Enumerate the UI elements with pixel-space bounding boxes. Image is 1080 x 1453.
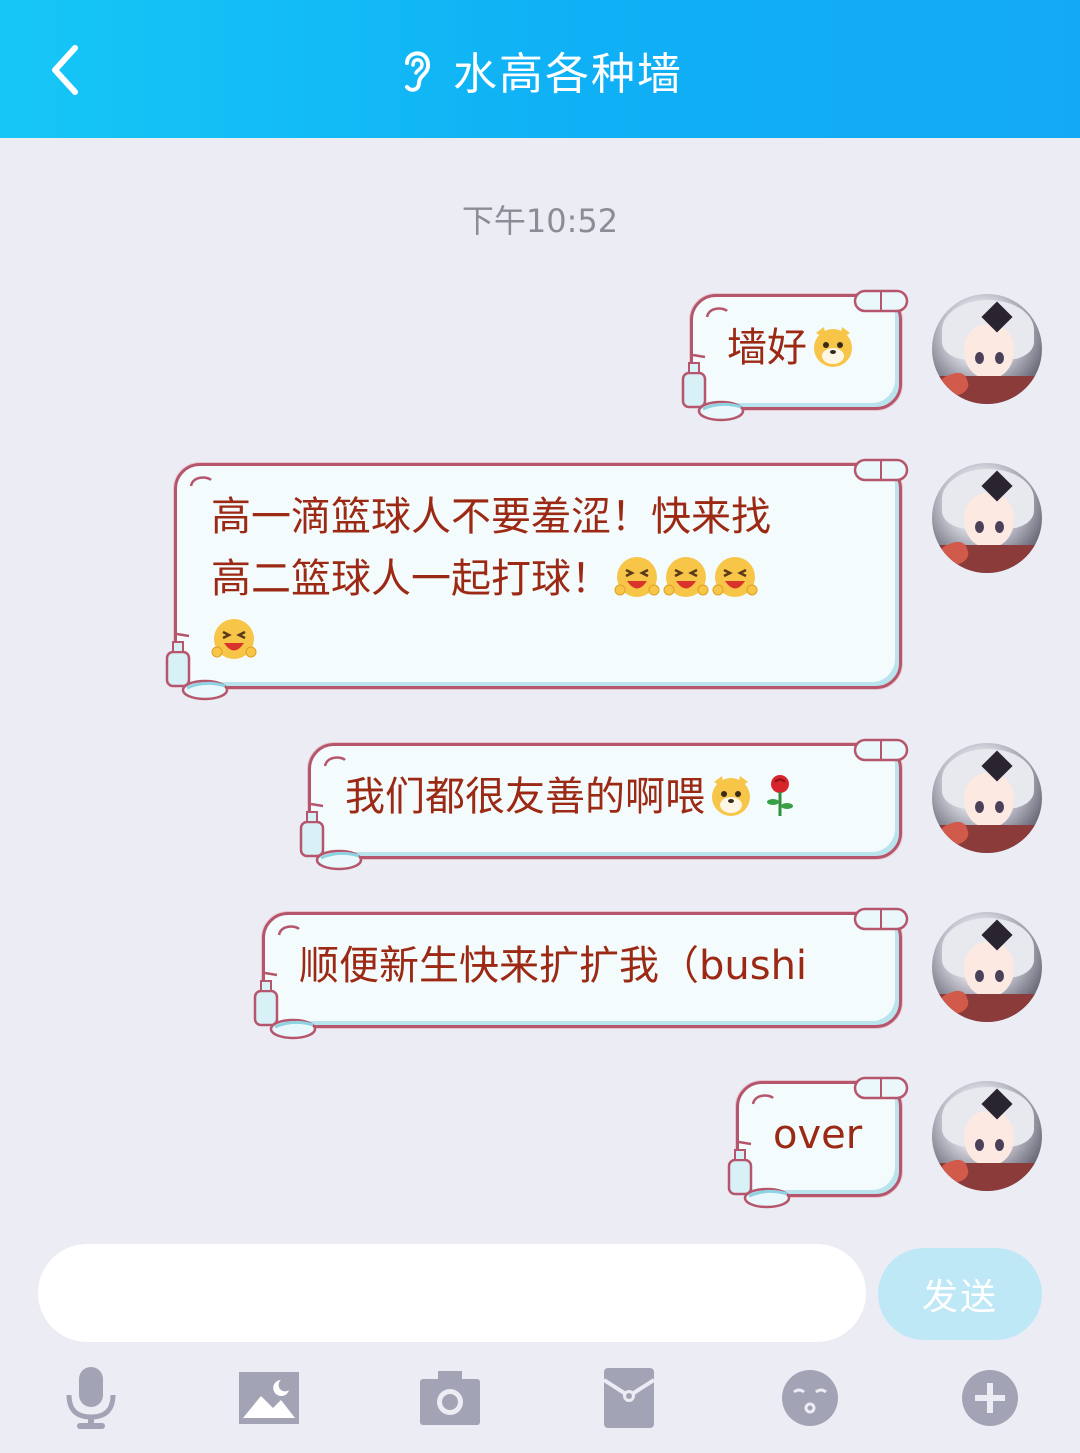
- input-toolbar: [0, 1360, 1080, 1440]
- chat-screen: 水高各种墙 下午10:52 墙好 高一滴篮球人不要羞涩！快来找 高二篮球人一起打…: [0, 0, 1080, 1453]
- laughing-cry-emoji: [614, 557, 660, 597]
- chat-title-area[interactable]: 水高各种墙: [0, 38, 1080, 102]
- message-row: 墙好: [0, 289, 1080, 422]
- goggles-decoration: [853, 1076, 909, 1100]
- message-bubble[interactable]: over: [727, 1076, 909, 1209]
- dog-face-emoji: [814, 327, 852, 367]
- avatar[interactable]: [932, 912, 1042, 1022]
- bubble-curl-decoration: [751, 1094, 774, 1105]
- message-text: 顺便新生快来扩扩我（bushi: [299, 943, 808, 989]
- rose-emoji: [767, 775, 793, 816]
- plus-icon: [962, 1370, 1018, 1426]
- ear-icon: [405, 51, 431, 92]
- message-text: 我们都很友善的啊喂: [345, 774, 705, 820]
- laughing-cry-emoji: [712, 557, 758, 597]
- avatar[interactable]: [932, 743, 1042, 853]
- message-timestamp: 下午10:52: [461, 202, 619, 240]
- message-row: 我们都很友善的啊喂: [0, 738, 1080, 871]
- message-row: over: [0, 1076, 1080, 1209]
- emoji-button[interactable]: [775, 1360, 845, 1436]
- chat-title: 水高各种墙: [453, 49, 683, 100]
- red-packet-button[interactable]: [594, 1360, 664, 1436]
- avatar[interactable]: [932, 463, 1042, 573]
- camera-button[interactable]: [415, 1360, 485, 1436]
- message-row: 顺便新生快来扩扩我（bushi: [0, 907, 1080, 1040]
- camera-icon: [420, 1371, 480, 1425]
- more-button[interactable]: [955, 1360, 1025, 1436]
- soap-bottle-decoration: [253, 971, 317, 1040]
- message-bubble[interactable]: 墙好: [681, 289, 909, 422]
- goggles-decoration: [853, 458, 909, 482]
- soap-bottle-decoration: [727, 1140, 791, 1209]
- emoji-icon: [782, 1370, 838, 1426]
- send-button[interactable]: 发送: [878, 1248, 1042, 1340]
- soap-bottle-decoration: [165, 632, 229, 701]
- message-bubble[interactable]: 高一滴篮球人不要羞涩！快来找 高二篮球人一起打球！: [165, 458, 909, 701]
- bubble-curl-decoration: [323, 756, 346, 767]
- voice-button[interactable]: [56, 1360, 126, 1436]
- dog-face-emoji: [712, 776, 750, 816]
- bubble-curl-decoration: [277, 925, 300, 936]
- message-bubble[interactable]: 顺便新生快来扩扩我（bushi: [253, 907, 909, 1040]
- red-packet-icon: [602, 1368, 656, 1428]
- goggles-decoration: [853, 738, 909, 762]
- avatar[interactable]: [932, 294, 1042, 404]
- chat-header: 水高各种墙: [0, 0, 1080, 138]
- goggles-decoration: [853, 907, 909, 931]
- microphone-icon: [66, 1367, 116, 1429]
- bubble-curl-decoration: [189, 476, 212, 487]
- image-icon: [239, 1372, 299, 1424]
- bubble-curl-decoration: [705, 307, 728, 318]
- laughing-cry-emoji: [663, 557, 709, 597]
- avatar[interactable]: [932, 1081, 1042, 1191]
- soap-bottle-decoration: [681, 353, 745, 422]
- image-button[interactable]: [234, 1360, 304, 1436]
- message-row: 高一滴篮球人不要羞涩！快来找 高二篮球人一起打球！: [0, 458, 1080, 701]
- goggles-decoration: [853, 289, 909, 313]
- soap-bottle-decoration: [299, 802, 363, 871]
- message-input[interactable]: [38, 1244, 866, 1342]
- message-bubble[interactable]: 我们都很友善的啊喂: [299, 738, 909, 871]
